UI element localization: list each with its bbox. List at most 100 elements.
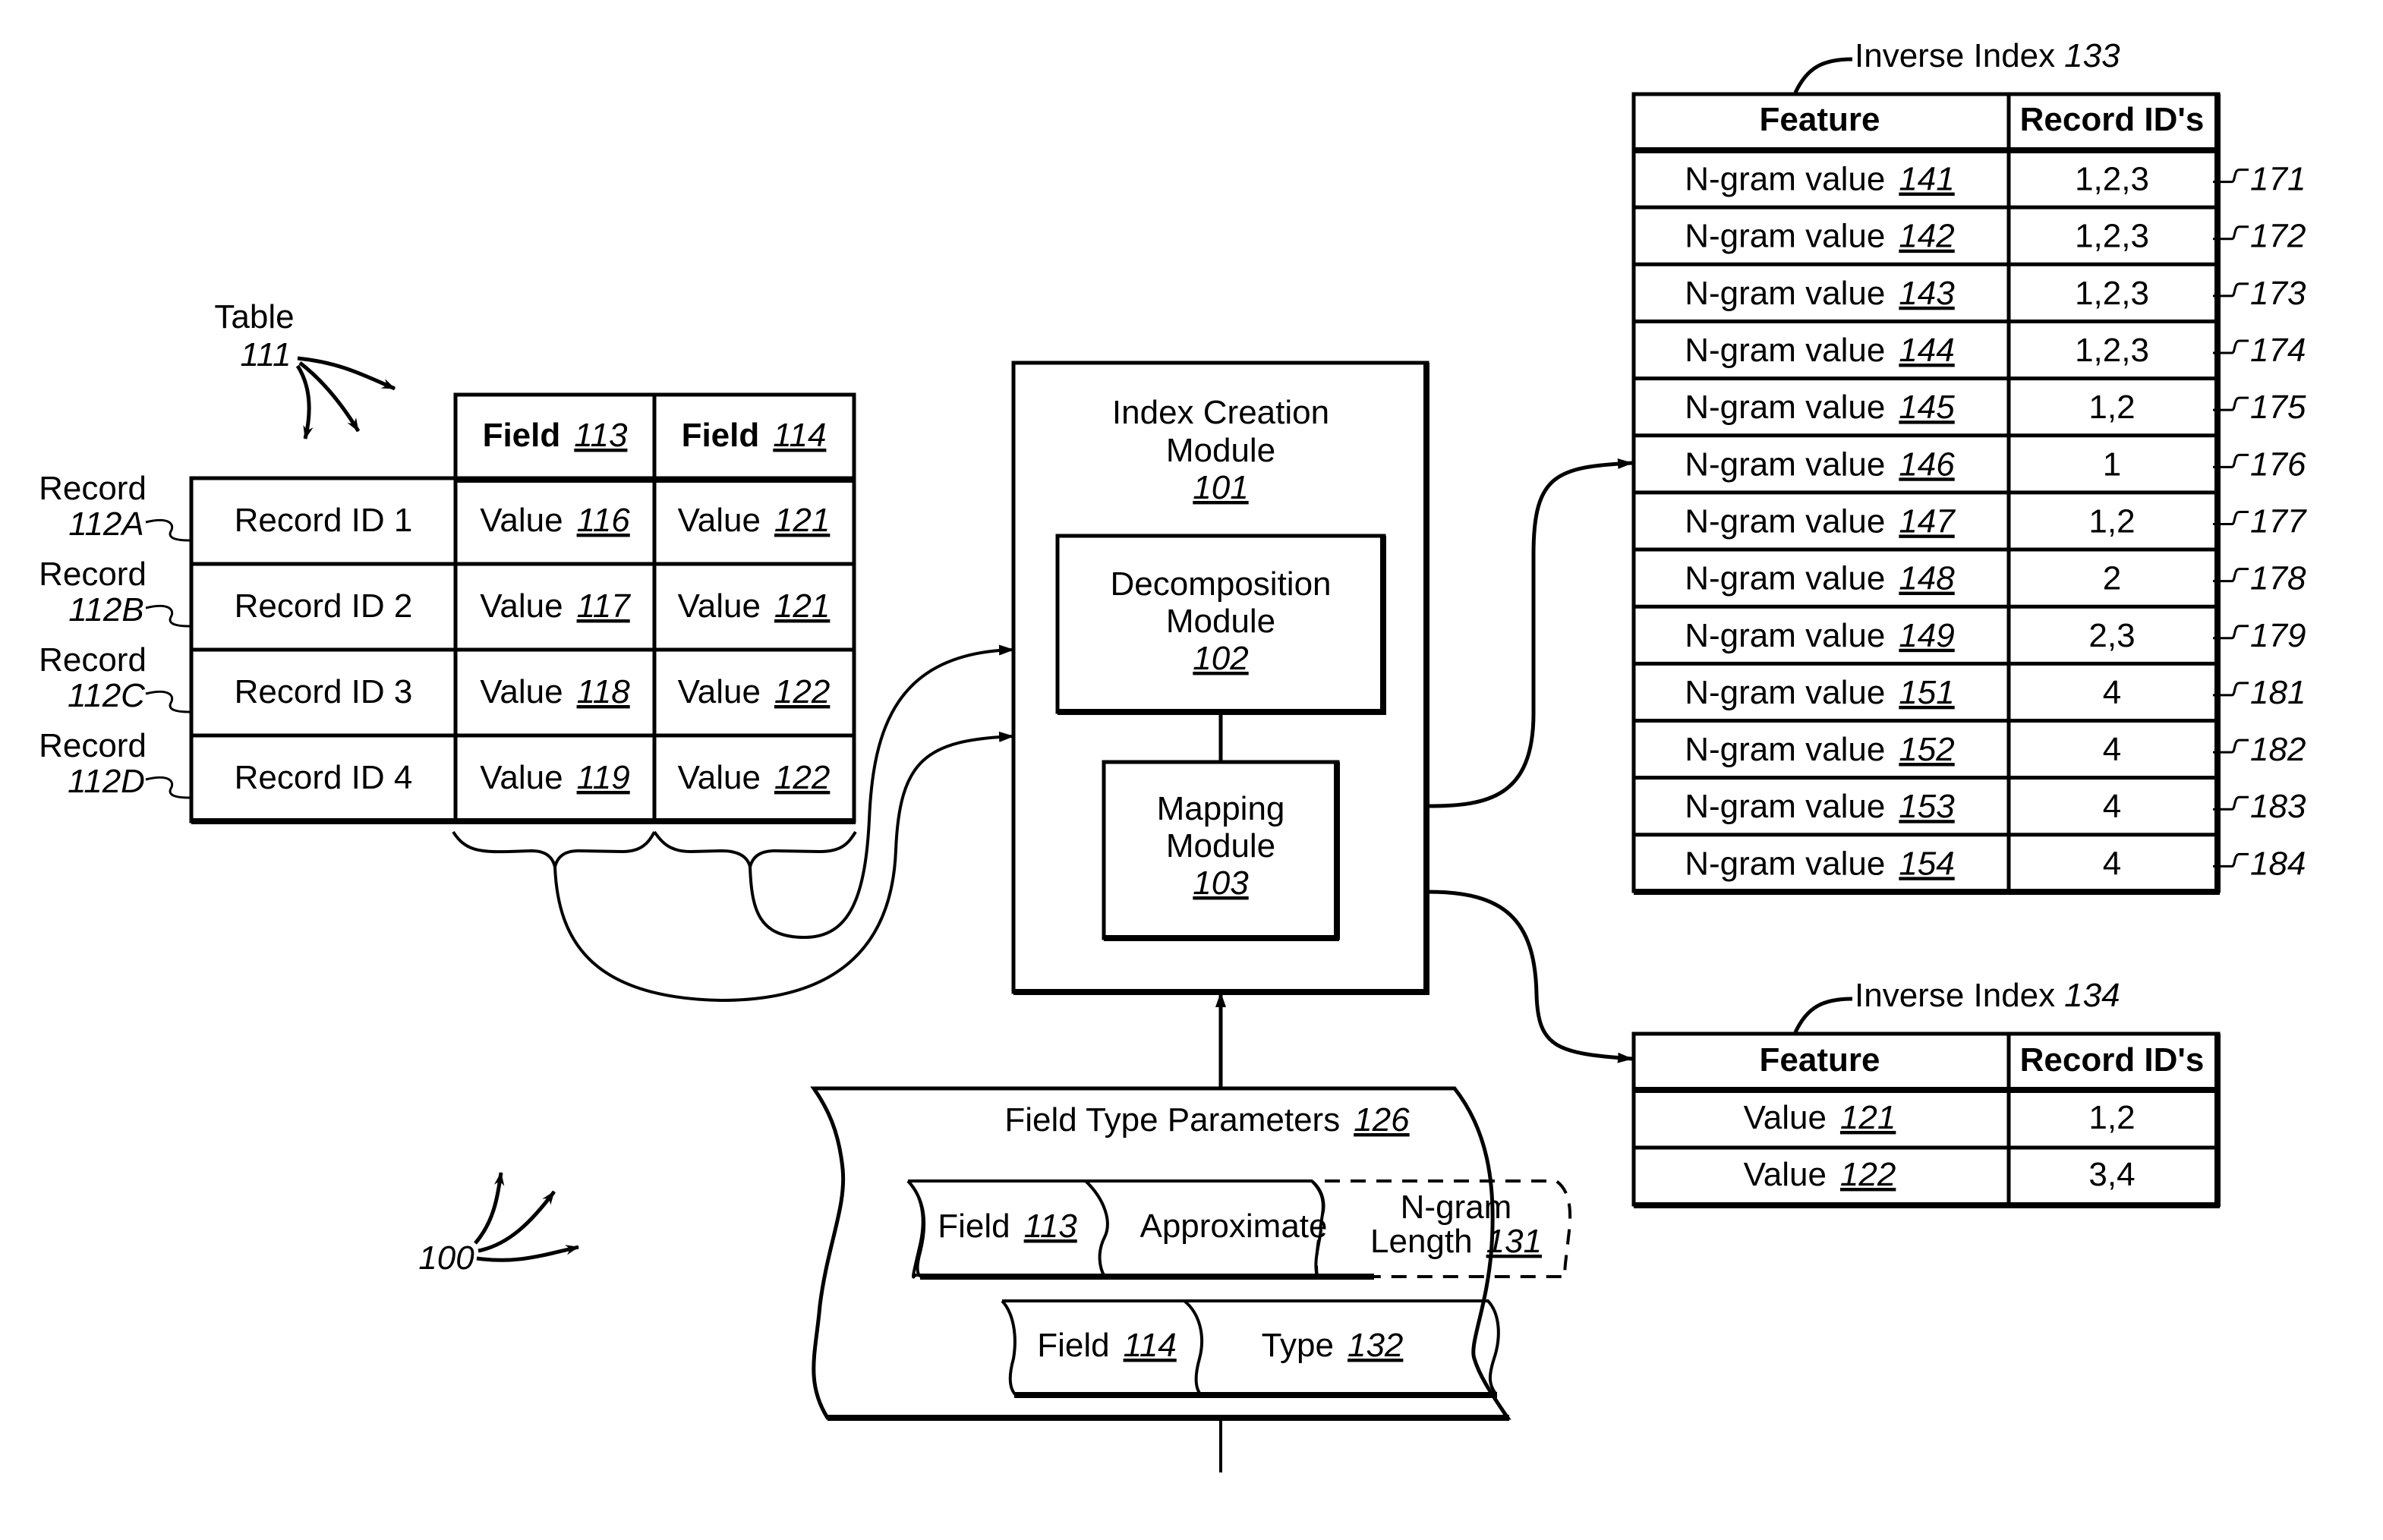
connector-to-index-133	[1428, 458, 1633, 808]
mapping-ref: 103	[1193, 864, 1249, 902]
feature-cell: N-gram value 143	[1685, 275, 1955, 312]
row-ref: 171	[2250, 161, 2306, 198]
feature-cell: N-gram value 149	[1685, 617, 1955, 654]
feature-cell: Value 122	[1744, 1156, 1896, 1193]
decomposition-title: Decomposition	[1110, 565, 1331, 603]
feature-cell: N-gram value 141	[1685, 161, 1955, 198]
record-ref: 112A	[68, 505, 144, 543]
feature-cell: N-gram value 152	[1685, 731, 1955, 768]
record-id-cell: Record ID 1	[235, 502, 413, 539]
value-cell: Value 122	[678, 673, 831, 710]
brace-field-114	[653, 830, 857, 868]
record-ids-cell: 1,2,3	[2075, 161, 2149, 198]
index-134-leader	[1793, 997, 1853, 1034]
record-ids-cell: 2	[2103, 560, 2121, 597]
param-field-cell: Field 113	[938, 1208, 1077, 1245]
record-ids-cell: 1	[2103, 446, 2121, 483]
ngram-length-optional-cell: N-gram Length 131	[1315, 1179, 1572, 1278]
record-ids-cell: 3,4	[2088, 1156, 2135, 1193]
value-cell: Value 119	[480, 759, 629, 796]
value-cell: Value 121	[678, 502, 831, 539]
row-ref: 184	[2250, 845, 2306, 882]
table-row: N-gram value 141 1,2,3 171	[1685, 161, 2306, 198]
record-ids-cell: 4	[2103, 731, 2121, 768]
row-ref: 174	[2250, 332, 2306, 369]
feature-cell: N-gram value 151	[1685, 674, 1955, 711]
arrow-icon	[476, 1245, 580, 1262]
table-ref: 111	[241, 336, 292, 373]
table-row: N-gram value 144 1,2,3 174	[1634, 319, 2306, 369]
row-ref: 182	[2250, 731, 2306, 768]
table-row: Value 122 3,4	[1744, 1156, 2136, 1193]
table-row: N-gram value 143 1,2,3 173	[1634, 262, 2306, 312]
column-header-feature: Feature	[1760, 101, 1880, 138]
record-id-cell: Record ID 4	[235, 759, 413, 796]
value-cell: Value 118	[480, 673, 630, 710]
arrow-icon	[295, 364, 314, 440]
ngram-length-line1: N-gram	[1401, 1189, 1512, 1226]
module-ref: 101	[1193, 469, 1248, 506]
record-ids-cell: 4	[2103, 845, 2121, 882]
table-row: N-gram value 151 4 181	[1634, 661, 2306, 711]
index-134-title: Inverse Index 134	[1855, 977, 2120, 1014]
record-ids-cell: 2,3	[2088, 617, 2135, 654]
value-cell: Value 116	[480, 502, 630, 539]
feature-cell: N-gram value 154	[1685, 845, 1955, 882]
feature-cell: N-gram value 146	[1685, 446, 1955, 483]
record-ids-cell: 1,2,3	[2075, 275, 2149, 312]
record-label: Record	[39, 470, 147, 507]
row-ref: 176	[2250, 446, 2306, 483]
column-header-record-ids: Record ID's	[2020, 101, 2205, 138]
record-ids-cell: 1,2,3	[2075, 218, 2149, 255]
feature-cell: N-gram value 153	[1685, 788, 1955, 825]
brace-field-113	[452, 830, 656, 868]
params-title: Field Type Parameters 126	[1004, 1101, 1410, 1138]
inverse-index-133: Inverse Index 133 Feature Record ID's N-g…	[1631, 37, 2307, 895]
figure-ref: 100	[418, 1239, 474, 1277]
column-header-field-113: Field 113	[483, 417, 628, 454]
module-title-line2: Module	[1166, 432, 1275, 469]
record-ref: 112B	[68, 591, 144, 628]
value-cell: Value 117	[480, 587, 631, 625]
record-id-cell: Record ID 3	[235, 673, 413, 710]
column-header-record-ids: Record ID's	[2020, 1041, 2205, 1079]
row-ref: 172	[2250, 218, 2306, 255]
table-label: Table	[214, 298, 294, 335]
index-133-leader	[1793, 57, 1853, 94]
column-header-field-114: Field 114	[682, 417, 827, 454]
table-row: N-gram value 146 1 176	[1634, 433, 2306, 483]
record-ids-cell: 4	[2103, 674, 2121, 711]
decomposition-title-line2: Module	[1166, 603, 1275, 640]
table-111: Table 111 Field 113 Field 114 Record 112A	[39, 298, 857, 868]
record-ids-cell: 1,2,3	[2075, 332, 2149, 369]
feature-cell: Value 121	[1744, 1099, 1896, 1136]
table-row: N-gram value 154 4 184	[1634, 833, 2306, 882]
column-header-feature: Feature	[1760, 1041, 1880, 1079]
table-label-arrows	[295, 356, 396, 440]
record-ids-cell: 1,2	[2088, 1099, 2135, 1136]
record-ids-cell: 1,2	[2088, 389, 2135, 426]
row-ref: 183	[2250, 788, 2306, 825]
table-row: Value 121 1,2	[1744, 1099, 2136, 1136]
row-ref: 179	[2250, 617, 2306, 654]
table-row: Record 112D Record ID 4 Value 119 Value 12…	[39, 727, 830, 800]
patent-diagram: Table 111 Field 113 Field 114 Record 112A	[39, 37, 2307, 1472]
param-row-field-114: Field 114 Type 132	[1001, 1299, 1500, 1398]
mapping-title-line2: Module	[1166, 827, 1275, 864]
mapping-module: Mapping Module 103	[1102, 760, 1340, 941]
table-row: N-gram value 147 1,2 177	[1634, 490, 2307, 540]
table-row: N-gram value 149 2,3 179	[1634, 604, 2306, 654]
row-ref: 175	[2250, 389, 2306, 426]
connector-to-index-134	[1428, 890, 1633, 1063]
record-ids-cell: 4	[2103, 788, 2121, 825]
record-ids-cell: 1,2	[2088, 502, 2135, 540]
mapping-title: Mapping	[1157, 790, 1285, 827]
row-ref: 177	[2250, 502, 2307, 540]
decomposition-module: Decomposition Module 102	[1055, 534, 1386, 715]
param-type-cell: Approximate	[1139, 1208, 1327, 1245]
record-ref: 112C	[68, 677, 146, 714]
record-id-cell: Record ID 2	[235, 587, 413, 625]
arrow-icon	[474, 1171, 505, 1245]
index-133-title: Inverse Index 133	[1855, 37, 2120, 74]
param-row-field-113: Field 113 Approximate N-gram Length 131	[906, 1179, 1572, 1280]
